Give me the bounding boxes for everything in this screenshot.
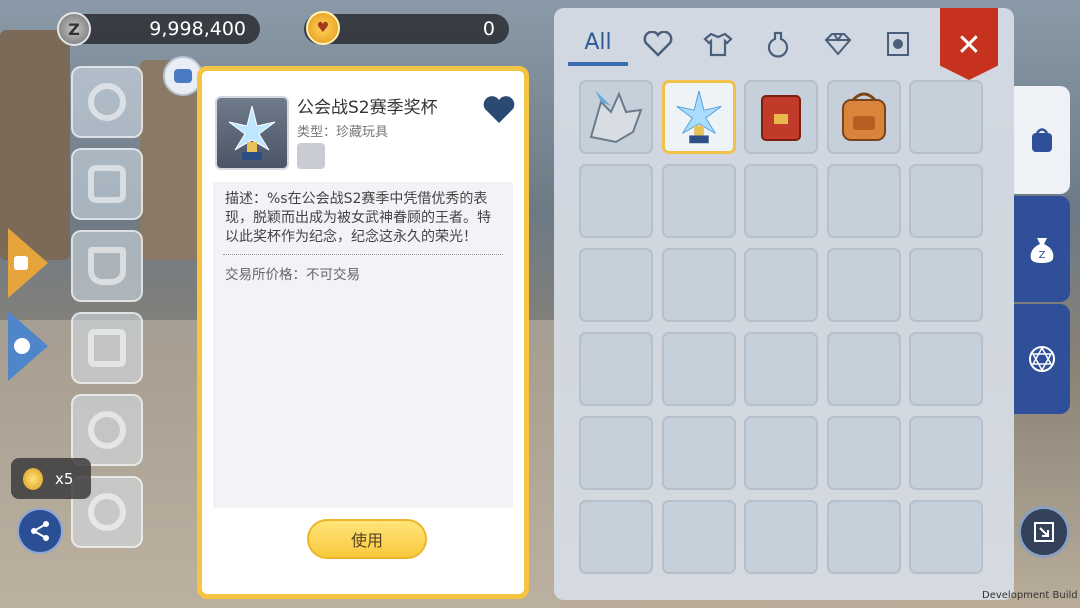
equip-slot-armor[interactable]	[71, 148, 143, 220]
inventory-panel: All ✕	[554, 8, 1014, 600]
inventory-slot-empty[interactable]	[744, 332, 818, 406]
tab-all-label: All	[584, 29, 612, 55]
armor-icon	[703, 32, 733, 57]
item-thumbnail	[215, 96, 289, 170]
inventory-slot-empty[interactable]	[909, 416, 983, 490]
equip-slot-ring-1[interactable]	[71, 394, 143, 466]
shrink-icon	[1034, 522, 1054, 542]
inventory-slot-empty[interactable]	[579, 164, 653, 238]
heart-icon[interactable]	[482, 95, 516, 125]
inventory-slot-empty[interactable]	[661, 164, 736, 238]
gold-coin-icon	[23, 467, 43, 490]
inventory-slot-empty[interactable]	[909, 332, 983, 406]
person-icon	[14, 338, 30, 354]
side-tab-storage[interactable]: Z	[1014, 196, 1070, 302]
inventory-slot-empty[interactable]	[826, 416, 901, 490]
background-building-left	[0, 30, 70, 260]
use-button[interactable]: 使用	[307, 519, 427, 559]
zeny-coin-icon: Z	[57, 12, 91, 46]
tab-cards[interactable]	[868, 22, 928, 66]
heart-icon	[643, 31, 673, 57]
inventory-slot-empty[interactable]	[661, 332, 736, 406]
card-icon	[887, 32, 909, 56]
ring-silhouette-icon	[88, 411, 126, 449]
inventory-slot-empty[interactable]	[826, 164, 901, 238]
description-box: 描述：%s在公会战S2赛季中凭借优秀的表现，脱颖而出成为被女武神眷顾的王者。特以…	[213, 182, 513, 508]
inventory-slot-empty[interactable]	[826, 500, 901, 574]
side-tab-cards[interactable]	[1014, 304, 1070, 414]
zeny-amount: 9,998,400	[149, 18, 246, 40]
trade-price: 交易所价格：不可交易	[225, 267, 360, 283]
use-button-label: 使用	[350, 531, 383, 550]
inventory-slot-empty[interactable]	[909, 248, 983, 322]
share-button[interactable]	[17, 508, 63, 554]
svg-text:Z: Z	[1039, 250, 1046, 261]
gem-icon	[824, 33, 852, 56]
tab-gems[interactable]	[808, 22, 868, 66]
zeny-bag-icon: Z	[1030, 238, 1054, 263]
inventory-slot-empty[interactable]	[909, 164, 983, 238]
armor-silhouette-icon	[88, 165, 126, 203]
item-type: 类型：珍藏玩具	[297, 125, 389, 140]
trophy-icon	[228, 105, 276, 160]
secondary-amount: 0	[482, 18, 495, 40]
side-tab-inventory[interactable]	[1014, 86, 1070, 194]
inventory-slot-empty[interactable]	[744, 500, 818, 574]
ring-silhouette-icon	[88, 83, 126, 121]
inventory-slot-empty[interactable]	[661, 416, 736, 490]
inventory-slot-1[interactable]	[579, 80, 653, 154]
coin-count-badge: x5	[11, 458, 91, 499]
tab-equipment[interactable]	[688, 22, 748, 66]
inventory-slot-empty[interactable]	[744, 164, 818, 238]
tab-all[interactable]: All	[568, 22, 628, 66]
trophy-icon	[675, 90, 722, 144]
shirt-icon	[14, 256, 28, 270]
item-detail-panel: 公会战S2赛季奖杯 类型：珍藏玩具 描述：%s在公会战S2赛季中凭借优秀的表现，…	[197, 66, 529, 599]
item-description: 描述：%s在公会战S2赛季中凭借优秀的表现，脱颖而出成为被女武神眷顾的王者。特以…	[225, 191, 491, 245]
inventory-slot-3[interactable]	[744, 80, 818, 154]
backpack-item-icon	[841, 92, 886, 141]
inventory-slot-empty[interactable]	[579, 248, 653, 322]
costume-icon	[174, 69, 192, 83]
tab-favorites[interactable]	[628, 22, 688, 66]
inventory-slot-empty[interactable]	[579, 332, 653, 406]
inventory-slot-4[interactable]	[826, 80, 901, 154]
coin-count: x5	[55, 469, 74, 488]
inventory-slot-empty[interactable]	[909, 80, 983, 154]
shrink-window-button[interactable]	[1018, 506, 1070, 558]
inventory-tabs: All	[568, 22, 928, 66]
ring-silhouette-icon	[88, 493, 126, 531]
tab-consumables[interactable]	[748, 22, 808, 66]
inventory-slot-empty[interactable]	[661, 248, 736, 322]
wolf-card-icon	[589, 90, 643, 144]
inventory-slot-empty[interactable]	[744, 248, 818, 322]
inventory-slot-empty[interactable]	[579, 500, 653, 574]
tray-icon	[297, 143, 325, 169]
backpack-icon	[1032, 128, 1052, 152]
inventory-slot-empty[interactable]	[826, 332, 901, 406]
red-book-icon	[761, 95, 801, 141]
equip-slot-cape[interactable]	[71, 230, 143, 302]
cat-coin-icon: ♥	[306, 11, 340, 45]
magic-circle-icon	[1029, 346, 1055, 372]
inventory-slot-empty[interactable]	[909, 500, 983, 574]
item-name: 公会战S2赛季奖杯	[297, 98, 438, 118]
equip-slot-boots[interactable]	[71, 312, 143, 384]
close-button[interactable]: ✕	[940, 8, 998, 80]
close-icon: ✕	[956, 28, 982, 63]
share-icon	[31, 521, 49, 541]
inventory-slot-empty[interactable]	[744, 416, 818, 490]
cape-silhouette-icon	[88, 247, 126, 285]
inventory-slot-2[interactable]	[661, 80, 736, 154]
inventory-slot-empty[interactable]	[579, 416, 653, 490]
dev-build-label: Development Build	[982, 590, 1078, 601]
potion-icon	[767, 31, 789, 58]
inventory-grid	[579, 80, 983, 574]
equip-slot-accessory[interactable]	[71, 66, 143, 138]
boots-silhouette-icon	[88, 329, 126, 367]
inventory-slot-empty[interactable]	[661, 500, 736, 574]
inventory-slot-empty[interactable]	[826, 248, 901, 322]
